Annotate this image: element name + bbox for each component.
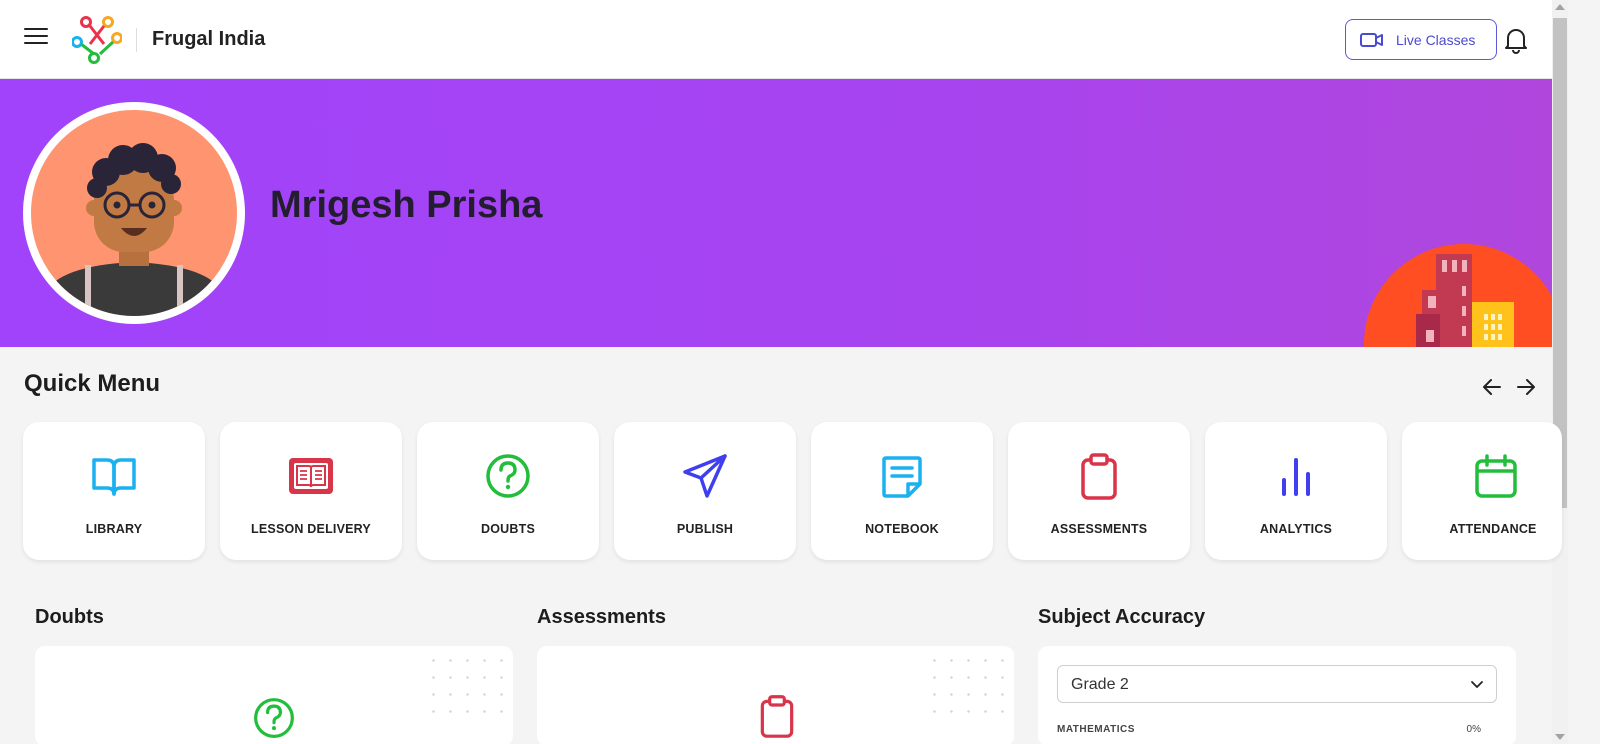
clipboard-icon [1081, 453, 1117, 500]
quick-menu-label: ANALYTICS [1259, 522, 1333, 536]
dot-pattern [926, 652, 1006, 722]
profile-banner: Mrigesh Prisha [0, 79, 1552, 347]
avatar-illustration [51, 143, 217, 316]
book-open-icon [92, 458, 136, 496]
live-classes-label: Live Classes [1396, 31, 1476, 48]
question-circle-icon [486, 454, 530, 498]
dot-pattern [425, 652, 505, 722]
quick-menu-attendance[interactable]: ATTENDANCE [1402, 422, 1562, 560]
send-icon [683, 454, 727, 498]
grade-select-value: Grade 2 [1071, 676, 1129, 693]
quick-menu-lesson-delivery[interactable]: LESSON DELIVERY [220, 422, 402, 560]
quick-menu-library[interactable]: LIBRARY [23, 422, 205, 560]
quick-menu-label: PUBLISH [676, 522, 734, 536]
arrow-left-icon[interactable] [1481, 376, 1503, 398]
grade-select[interactable]: Grade 2 [1057, 665, 1497, 703]
notification-bell-icon[interactable] [1503, 26, 1529, 54]
quick-menu-assessments[interactable]: ASSESSMENTS [1008, 422, 1190, 560]
logo-icon [72, 16, 122, 64]
arrow-right-icon[interactable] [1515, 376, 1537, 398]
clipboard-icon [760, 695, 794, 738]
divider [136, 28, 137, 52]
question-circle-icon [254, 698, 294, 738]
quick-menu-label: NOTEBOOK [865, 522, 939, 536]
subject-label: MATHEMATICS [1057, 724, 1135, 735]
building-illustration [1364, 244, 1552, 347]
quick-menu-publish[interactable]: PUBLISH [614, 422, 796, 560]
quick-menu-analytics[interactable]: ANALYTICS [1205, 422, 1387, 560]
quick-menu-title: Quick Menu [24, 370, 161, 397]
accuracy-value: 0% [1466, 724, 1481, 735]
quick-menu-doubts[interactable]: DOUBTS [417, 422, 599, 560]
quick-menu-notebook[interactable]: NOTEBOOK [811, 422, 993, 560]
avatar[interactable] [31, 110, 237, 316]
scroll-down-arrow-icon[interactable] [1555, 734, 1565, 740]
live-classes-button[interactable]: Live Classes [1345, 19, 1497, 60]
quick-menu-label: ASSESSMENTS [1050, 522, 1148, 536]
quick-menu-label: LESSON DELIVERY [251, 522, 371, 536]
menu-icon[interactable] [24, 28, 48, 48]
assessments-panel [537, 646, 1014, 744]
chevron-down-icon [1471, 681, 1483, 688]
book-lesson-icon [289, 458, 333, 494]
doubts-section-title: Doubts [35, 606, 104, 628]
bar-chart-icon [1282, 458, 1310, 496]
video-camera-icon [1360, 32, 1383, 47]
brand-name: Frugal India [152, 28, 266, 50]
notebook-icon [882, 456, 922, 498]
accuracy-row: MATHEMATICS 0% [1057, 724, 1497, 735]
calendar-icon [1475, 454, 1517, 498]
top-bar: Frugal India Live Classes [0, 0, 1568, 79]
subject-accuracy-panel: Grade 2 MATHEMATICS 0% [1038, 646, 1516, 744]
user-name: Mrigesh Prisha [270, 184, 543, 226]
avatar-frame [23, 102, 245, 324]
scroll-up-arrow-icon[interactable] [1555, 4, 1565, 10]
subject-accuracy-title: Subject Accuracy [1038, 606, 1206, 628]
quick-menu-label: ATTENDANCE [1449, 522, 1537, 536]
assessments-section-title: Assessments [537, 606, 666, 628]
quick-menu-label: DOUBTS [481, 522, 535, 536]
doubts-panel [35, 646, 513, 744]
quick-menu-label: LIBRARY [85, 522, 143, 536]
